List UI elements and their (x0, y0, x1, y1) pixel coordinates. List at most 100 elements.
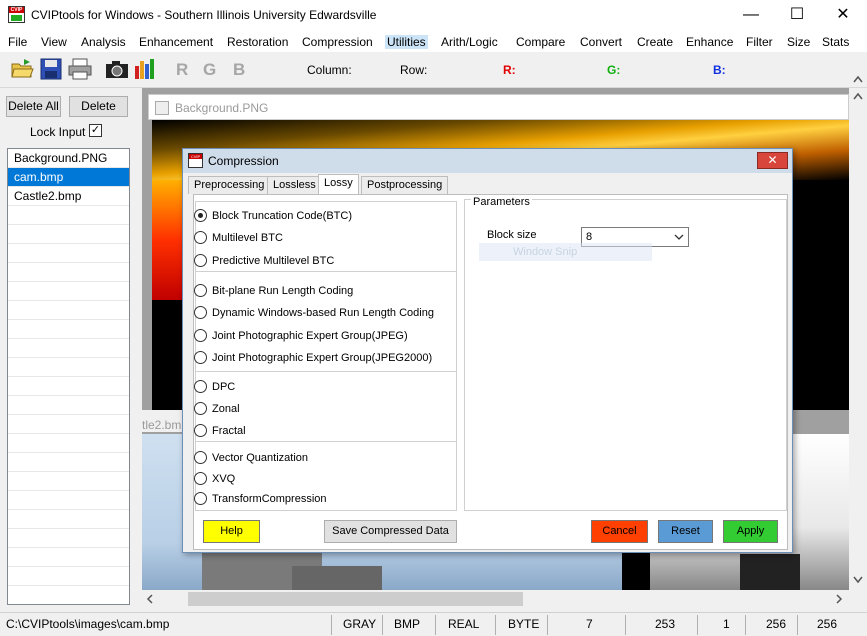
parameters-legend: Parameters (471, 196, 532, 208)
delete-all-button[interactable]: Delete All (6, 96, 61, 117)
status-path: C:\CVIPtools\images\cam.bmp (6, 617, 170, 631)
menu-analysis[interactable]: Analysis (81, 35, 126, 49)
toolbar: R G B Column: Row: R: G: B: (0, 52, 867, 88)
option-predictive-multilevel-btc[interactable]: Predictive Multilevel BTC (194, 254, 334, 267)
status-data-format: REAL (448, 617, 480, 631)
status-bar: C:\CVIPtools\images\cam.bmp GRAY BMP REA… (0, 612, 867, 636)
save-compressed-data-button[interactable]: Save Compressed Data (324, 520, 457, 543)
radio-transform-compression[interactable] (194, 492, 207, 505)
horizontal-scroll-thumb[interactable] (188, 592, 523, 606)
camera-icon[interactable] (105, 58, 129, 80)
status-bands: 7 (586, 617, 593, 631)
scroll-right-icon[interactable] (835, 594, 843, 604)
scroll-left-icon[interactable] (146, 594, 154, 604)
menu-compression[interactable]: Compression (302, 35, 373, 49)
delete-button[interactable]: Delete (69, 96, 128, 117)
menu-filter[interactable]: Filter (746, 35, 773, 49)
option-label: Joint Photographic Expert Group(JPEG2000… (212, 352, 433, 364)
menu-arith-logic[interactable]: Arith/Logic (441, 35, 498, 49)
histogram-icon[interactable] (134, 58, 158, 80)
red-channel-button[interactable]: R (176, 60, 188, 80)
window-title: CVIPtools for Windows - Southern Illinoi… (31, 8, 377, 22)
option-bitplane-rlc[interactable]: Bit-plane Run Length Coding (194, 284, 353, 297)
menu-utilities[interactable]: Utilities (385, 35, 428, 49)
tab-postprocessing[interactable]: Postprocessing (361, 176, 449, 194)
minimize-button[interactable]: — (728, 0, 774, 32)
option-label: DPC (212, 381, 236, 393)
help-button[interactable]: Help (203, 520, 260, 543)
status-height: 256 (817, 617, 838, 631)
radio-xvq[interactable] (194, 472, 207, 485)
compression-dialog: CVIP Compression ✕ Preprocessing Lossles… (182, 148, 793, 553)
snip-ghost-text: Window Snip (513, 246, 578, 258)
option-dynamic-rlc[interactable]: Dynamic Windows-based Run Length Coding (194, 306, 434, 319)
dialog-close-button[interactable]: ✕ (757, 152, 788, 169)
radio-dynamic-rlc[interactable] (194, 306, 207, 319)
radio-multilevel-btc[interactable] (194, 231, 207, 244)
option-xvq[interactable]: XVQ (194, 472, 235, 485)
background-window-titlebar[interactable]: Background.PNG (148, 94, 849, 120)
list-item-selected[interactable]: cam.bmp (8, 168, 129, 187)
horizontal-scrollbar[interactable] (142, 590, 849, 608)
scroll-up-icon[interactable] (852, 92, 864, 100)
option-jpeg2000[interactable]: Joint Photographic Expert Group(JPEG2000… (194, 351, 432, 364)
print-icon[interactable] (68, 58, 92, 80)
option-jpeg[interactable]: Joint Photographic Expert Group(JPEG) (194, 329, 408, 342)
option-zonal[interactable]: Zonal (194, 402, 240, 415)
title-bar: CVIP CVIPtools for Windows - Southern Il… (0, 0, 867, 32)
option-label: Multilevel BTC (212, 232, 283, 244)
menu-file[interactable]: File (8, 35, 27, 49)
row-label: Row: (400, 63, 428, 77)
cviptools-app-icon: CVIP (8, 6, 25, 23)
menu-restoration[interactable]: Restoration (227, 35, 288, 49)
tab-lossy[interactable]: Lossy (318, 174, 359, 195)
scroll-down-icon[interactable] (852, 576, 864, 584)
open-folder-icon[interactable] (10, 58, 34, 80)
blue-channel-button[interactable]: B (233, 60, 245, 80)
radio-jpeg2000[interactable] (194, 351, 207, 364)
dialog-titlebar[interactable]: CVIP Compression ✕ (183, 149, 792, 173)
list-item[interactable]: Background.PNG (8, 149, 129, 168)
radio-fractal[interactable] (194, 424, 207, 437)
menu-view[interactable]: View (41, 35, 67, 49)
green-channel-button[interactable]: G (203, 60, 216, 80)
tab-lossless[interactable]: Lossless (267, 176, 322, 194)
option-multilevel-btc[interactable]: Multilevel BTC (194, 231, 283, 244)
menu-enhancement[interactable]: Enhancement (139, 35, 213, 49)
b-value-label: B: (713, 63, 726, 77)
menu-stats[interactable]: Stats (822, 35, 849, 49)
vertical-scrollbar[interactable] (849, 88, 867, 608)
radio-predictive-multilevel-btc[interactable] (194, 254, 207, 267)
radio-zonal[interactable] (194, 402, 207, 415)
radio-vector-quantization[interactable] (194, 451, 207, 464)
block-size-label: Block size (487, 229, 537, 241)
close-button[interactable]: ✕ (820, 0, 866, 32)
option-btc[interactable]: Block Truncation Code(BTC) (194, 209, 352, 222)
radio-btc[interactable] (194, 209, 207, 222)
option-label: Bit-plane Run Length Coding (212, 285, 354, 297)
list-item[interactable]: Castle2.bmp (8, 187, 129, 206)
tab-preprocessing[interactable]: Preprocessing (188, 176, 271, 194)
option-dpc[interactable]: DPC (194, 380, 235, 393)
radio-bitplane-rlc[interactable] (194, 284, 207, 297)
option-fractal[interactable]: Fractal (194, 424, 246, 437)
radio-dpc[interactable] (194, 380, 207, 393)
lock-input-checkbox[interactable]: ✓ (89, 124, 102, 137)
status-color-space: GRAY (343, 617, 377, 631)
option-transform-compression[interactable]: TransformCompression (194, 492, 327, 505)
menu-create[interactable]: Create (637, 35, 673, 49)
apply-button[interactable]: Apply (723, 520, 778, 543)
menu-size[interactable]: Size (787, 35, 810, 49)
menu-enhance[interactable]: Enhance (686, 35, 733, 49)
menu-compare[interactable]: Compare (516, 35, 565, 49)
option-vector-quantization[interactable]: Vector Quantization (194, 451, 308, 464)
radio-jpeg[interactable] (194, 329, 207, 342)
option-label: Zonal (212, 403, 240, 415)
cancel-button[interactable]: Cancel (591, 520, 648, 543)
maximize-button[interactable]: ☐ (774, 0, 820, 32)
r-value-label: R: (503, 63, 516, 77)
menu-convert[interactable]: Convert (580, 35, 622, 49)
save-icon[interactable] (39, 58, 63, 80)
toolbar-scroll-up-icon[interactable] (852, 74, 864, 84)
reset-button[interactable]: Reset (658, 520, 713, 543)
